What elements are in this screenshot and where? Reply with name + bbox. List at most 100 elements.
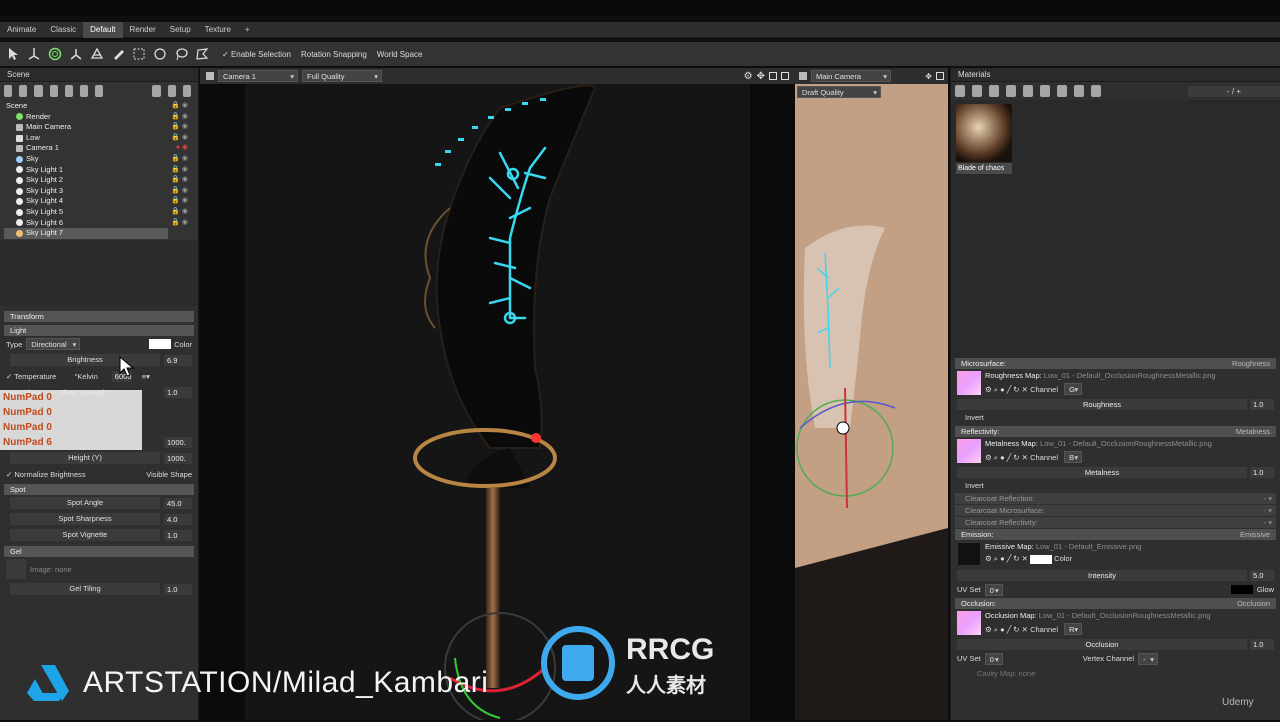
tab-classic[interactable]: Classic [43,22,83,38]
add-object-icon[interactable] [4,85,13,97]
clearcoat-reflection-section[interactable]: Clearcoat Reflection: [955,493,1276,504]
visible-shape-checkbox[interactable]: Visible Shape [146,470,192,479]
clearcoat-reflectivity-section[interactable]: Clearcoat Reflectivity: [955,517,1276,528]
spot-vignette-value[interactable]: 1.0 [164,529,192,541]
paint-icon[interactable] [109,45,127,63]
roughness-slider[interactable]: Roughness [957,398,1247,410]
emission-section-header[interactable]: Emission: Emissive [955,529,1276,540]
microsurface-section-header[interactable]: Microsurface: Roughness [955,358,1276,369]
move-gizmo-icon[interactable] [25,45,43,63]
light-section-header[interactable]: Light [4,325,194,336]
brightness-value[interactable]: 6.9 [164,354,192,366]
quality-dropdown[interactable]: Draft Quality [797,86,881,98]
transform-section-header[interactable]: Transform [4,311,194,322]
normalize-checkbox[interactable]: ✓ Normalize Brightness [6,470,86,479]
camera-dropdown[interactable]: Camera 1 [218,70,298,82]
gel-section-header[interactable]: Gel [4,546,194,557]
uv-set-dropdown[interactable]: 0 [984,583,1003,596]
metalness-invert-checkbox[interactable]: Invert [951,479,1280,492]
circle-select-icon[interactable] [151,45,169,63]
occlusion-section-header[interactable]: Occlusion: Occlusion [955,598,1276,609]
material-counter[interactable]: - / + [1188,85,1280,97]
object-icon[interactable] [88,45,106,63]
move-view-icon[interactable]: ✥ [757,71,765,82]
tree-item-scene[interactable]: Scene 🔒 ◉ [4,101,194,112]
tree-item-sky-light-5[interactable]: Sky Light 5 🔒 ◉ [4,207,194,218]
metalness-value[interactable]: 1.0 [1250,466,1274,478]
trash-icon[interactable] [182,85,192,97]
map-tools-icons[interactable]: ⚙ ⌕ ● ╱ ↻ ✕ [985,385,1028,394]
scale-gizmo-icon[interactable] [67,45,85,63]
folder-icon[interactable] [1006,85,1017,97]
occlusion-slider[interactable]: Occlusion [957,638,1247,650]
rotation-snapping-toggle[interactable]: Rotation Snapping [301,50,367,59]
light-color-swatch[interactable] [149,339,172,349]
intensity-value[interactable]: 5.0 [1250,569,1274,581]
trash-icon[interactable] [1040,85,1051,97]
spot-sharpness-value[interactable]: 4.0 [164,513,192,525]
apply-material-icon[interactable] [1074,85,1085,97]
add-camera-icon[interactable] [34,85,43,97]
tab-animate[interactable]: Animate [0,22,43,38]
occlusion-value[interactable]: 1.0 [1250,638,1274,650]
select-arrow-icon[interactable] [4,45,22,63]
world-space-toggle[interactable]: World Space [377,50,423,59]
light-type-dropdown[interactable]: Directional [26,338,81,350]
folder-icon[interactable] [152,85,161,97]
popout-icon[interactable] [781,72,789,80]
rect-select-icon[interactable] [130,45,148,63]
visibility-icon[interactable]: 🔒 ◉ [171,207,188,218]
emissive-color-swatch[interactable] [1030,554,1053,564]
roughness-map-thumb[interactable] [957,371,981,395]
visibility-icon[interactable]: 🔒 ◉ [171,165,188,176]
width-value[interactable]: 1000. [164,436,192,448]
roughness-channel-dropdown[interactable]: G [1064,383,1083,395]
tree-item-sky-light-2[interactable]: Sky Light 2 🔒 ◉ [4,175,194,186]
vertex-channel-dropdown[interactable]: - [1138,652,1159,665]
camera-dropdown[interactable]: Main Camera [811,70,891,82]
polygon-select-icon[interactable] [193,45,211,63]
tab-setup[interactable]: Setup [163,22,198,38]
clearcoat-microsurface-section[interactable]: Clearcoat Microsurface: [955,505,1276,516]
rotate-gizmo-icon[interactable] [46,45,64,63]
brightness-slider[interactable]: Brightness [10,354,160,366]
tree-item-sky[interactable]: Sky 🔒 ◉ [4,154,194,165]
glow-color-swatch[interactable] [1230,585,1253,594]
pick-material-icon[interactable] [1057,85,1068,97]
viewport-menu-icon[interactable] [799,72,807,80]
settings-gear-icon[interactable]: ⚙ [744,71,753,82]
gel-image-thumb[interactable] [6,559,26,579]
tab-render[interactable]: Render [123,22,163,38]
add-audio-icon[interactable] [80,85,89,97]
tab-texture[interactable]: Texture [198,22,238,38]
uv-set-dropdown[interactable]: 0 [984,652,1003,665]
save-icon[interactable] [1023,85,1034,97]
spot-angle-slider[interactable]: Spot Angle [10,497,160,509]
flare-strength-value[interactable]: 1.0 [164,386,192,398]
tree-item-sky-light-3[interactable]: Sky Light 3 🔒 ◉ [4,186,194,197]
tree-item-render[interactable]: Render 🔒 ◉ [4,112,194,123]
tree-item-sky-light-4[interactable]: Sky Light 4 🔒 ◉ [4,196,194,207]
reset-icon[interactable] [1091,85,1102,97]
maximize-icon[interactable] [769,72,777,80]
roughness-value[interactable]: 1.0 [1250,398,1274,410]
visibility-icon[interactable]: 🔒 ◉ [171,101,188,112]
move-view-icon[interactable]: ✥ [925,72,932,81]
map-tools-icons[interactable]: ⚙ ⌕ ● ╱ ↻ ✕ [985,554,1028,563]
add-shadow-icon[interactable] [64,85,74,97]
height-slider[interactable]: Height (Y) [10,452,160,464]
main-viewport[interactable] [200,68,795,722]
visibility-icon[interactable]: 🔒 ◉ [171,218,188,229]
map-tools-icons[interactable]: ⚙ ⌕ ● ╱ ↻ ✕ [985,453,1028,462]
visibility-icon[interactable]: 🔒 ◉ [171,112,188,123]
temperature-checkbox[interactable]: ✓ Temperature [6,372,56,381]
visibility-icon[interactable]: 🔒 ◉ [171,196,188,207]
duplicate-icon[interactable] [167,85,176,97]
enable-selection-checkbox[interactable]: ✓ Enable Selection [222,50,291,59]
tree-item-sky-light-7[interactable]: Sky Light 7 [4,228,168,239]
roughness-invert-checkbox[interactable]: Invert [951,411,1280,424]
reflectivity-section-header[interactable]: Reflectivity: Metalness [955,426,1276,437]
add-material-icon[interactable] [955,85,966,97]
material-thumbnail[interactable] [956,104,1012,162]
spot-sharpness-slider[interactable]: Spot Sharpness [10,513,160,525]
